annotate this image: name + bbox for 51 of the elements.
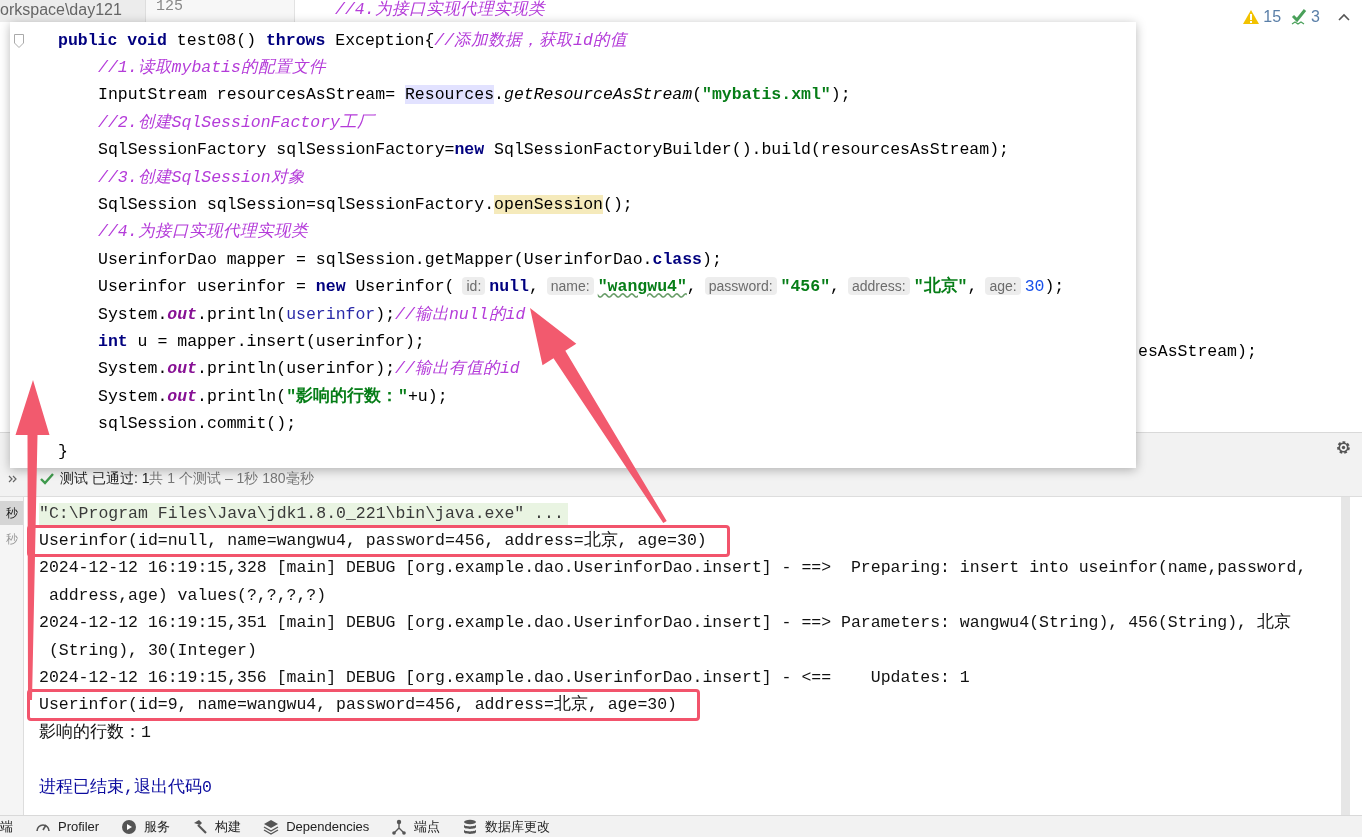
tool-window-button[interactable]: Profiler — [35, 818, 100, 835]
tool-window-button[interactable]: 端 — [0, 818, 13, 835]
check-icon[interactable] — [1291, 9, 1308, 25]
caret-icon[interactable] — [1338, 13, 1350, 21]
test-status: 测试 已通过: 1 — [60, 470, 150, 488]
code-line: esAsStream); — [1138, 341, 1257, 363]
code-line: public void test08() throws Exception{//添加数据，获取id的值 — [58, 29, 627, 52]
console-line: address,age) values(?,?,?,?) — [47, 584, 327, 607]
tool-window-button[interactable]: 构建 — [192, 818, 242, 835]
code-line: System.out.println(userinfor);//输出有值的id — [98, 358, 520, 381]
test-summary: 共 1 个测试 – 1秒 180毫秒 — [149, 470, 314, 488]
code-line: InputStream resourcesAsStream= Resources.getResourceAsStream("mybatis.xml"); — [98, 84, 851, 107]
code-line: Userinfor userinfor = new Userinfor( id: null, name: "wangwu4", password: "456", address: "北京", age: 30); — [98, 276, 1065, 299]
tool-window-button[interactable]: 数据库更改 — [462, 818, 551, 835]
console-line: 2024-12-12 16:19:15,351 [main] DEBUG [org.example.dao.UserinforDao.insert] - ==> Parameters: wangwu4(String), 456(String), 北京 — [39, 612, 1291, 635]
check-count: 3 — [1311, 8, 1320, 26]
test-tree-item[interactable]: 秒 — [0, 501, 23, 525]
hammer-icon — [192, 818, 209, 835]
code-line: UserinforDao mapper = sqlSession.getMapper(UserinforDao.class); — [98, 248, 722, 271]
code-line: //1.读取mybatis的配置文件 — [98, 57, 326, 80]
fold-icon[interactable] — [14, 33, 24, 48]
line-number: 125 — [145, 0, 295, 22]
warning-icon[interactable] — [1243, 10, 1260, 24]
settings-icon[interactable] — [1335, 439, 1352, 456]
console-line: 2024-12-12 16:19:15,328 [main] DEBUG [org.example.dao.UserinforDao.insert] - ==> Preparing: insert into useinfor(name,password, — [39, 557, 1307, 580]
tool-window-button[interactable]: 端点 — [391, 818, 441, 835]
layers-icon — [263, 818, 280, 835]
console-line: 2024-12-12 16:19:15,356 [main] DEBUG [org.example.dao.UserinforDao.insert] - <== Updates: 1 — [39, 667, 970, 690]
code-line: //4.为接口实现代理实现类 — [335, 0, 545, 19]
code-line: //2.创建SqlSessionFactory工厂 — [98, 111, 374, 134]
tool-window-button[interactable]: Dependencies — [263, 818, 370, 835]
code-line: System.out.println("影响的行数："+u); — [98, 385, 448, 408]
code-line: //4.为接口实现代理实现类 — [98, 221, 308, 244]
code-line: sqlSession.commit(); — [98, 413, 297, 436]
scrollbar[interactable] — [1341, 497, 1350, 815]
code-line: //3.创建SqlSession对象 — [98, 166, 305, 189]
console-line: 进程已结束,退出代码0 — [39, 776, 212, 799]
warning-count: 15 — [1263, 8, 1282, 26]
code-line: System.out.println(userinfor);//输出null的id — [98, 303, 526, 326]
console-line: 影响的行数：1 — [39, 721, 151, 744]
code-line: int u = mapper.insert(userinfor); — [98, 331, 425, 353]
double-chevron-icon[interactable] — [8, 474, 18, 484]
code-line: } — [58, 440, 68, 463]
nodes-icon — [391, 818, 408, 835]
project-path: orkspace\day121 — [0, 0, 145, 22]
code-line: SqlSession sqlSession=sqlSessionFactory.openSession(); — [98, 194, 633, 217]
console-line: (String), 30(Integer) — [47, 639, 257, 662]
tool-window-button[interactable]: 服务 — [121, 818, 171, 835]
database-icon — [462, 818, 479, 835]
code-line: SqlSessionFactory sqlSessionFactory=new SqlSessionFactoryBuilder().build(resourcesAsStream); — [98, 139, 1009, 162]
play-icon — [121, 818, 138, 835]
